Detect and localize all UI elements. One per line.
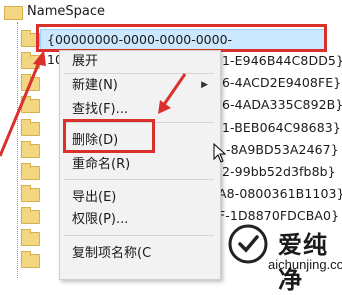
arrow-to-selected-key [0,50,46,157]
brand-url: aichunjing.com [268,257,342,272]
arrow-to-delete [158,73,187,114]
watermark: 爱纯净 aichunjing.com [226,222,342,294]
mouse-cursor-icon [213,143,227,163]
brand-logo-icon [228,224,268,264]
